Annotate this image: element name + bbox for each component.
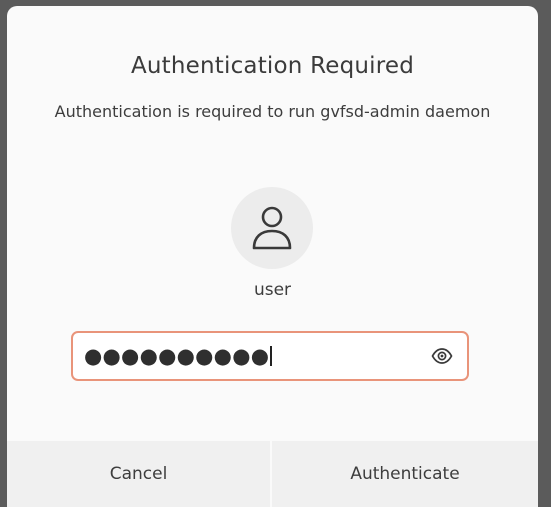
username-label: user (253, 280, 292, 300)
dialog-title: Authentication Required (130, 53, 415, 79)
authentication-dialog: Authentication Required Authentication i… (7, 6, 538, 507)
button-bar: Cancel Authenticate (7, 441, 538, 507)
user-icon (252, 206, 292, 250)
password-value: ●●●●●●●●●● (84, 344, 270, 368)
authenticate-button[interactable]: Authenticate (272, 441, 538, 507)
password-value-container: ●●●●●●●●●● (84, 345, 272, 367)
cancel-button[interactable]: Cancel (7, 441, 270, 507)
eye-icon[interactable] (431, 347, 453, 365)
password-field[interactable]: ●●●●●●●●●● (71, 331, 469, 381)
text-caret (270, 346, 272, 366)
dialog-message: Authentication is required to run gvfsd-… (54, 102, 491, 121)
avatar (231, 187, 313, 269)
